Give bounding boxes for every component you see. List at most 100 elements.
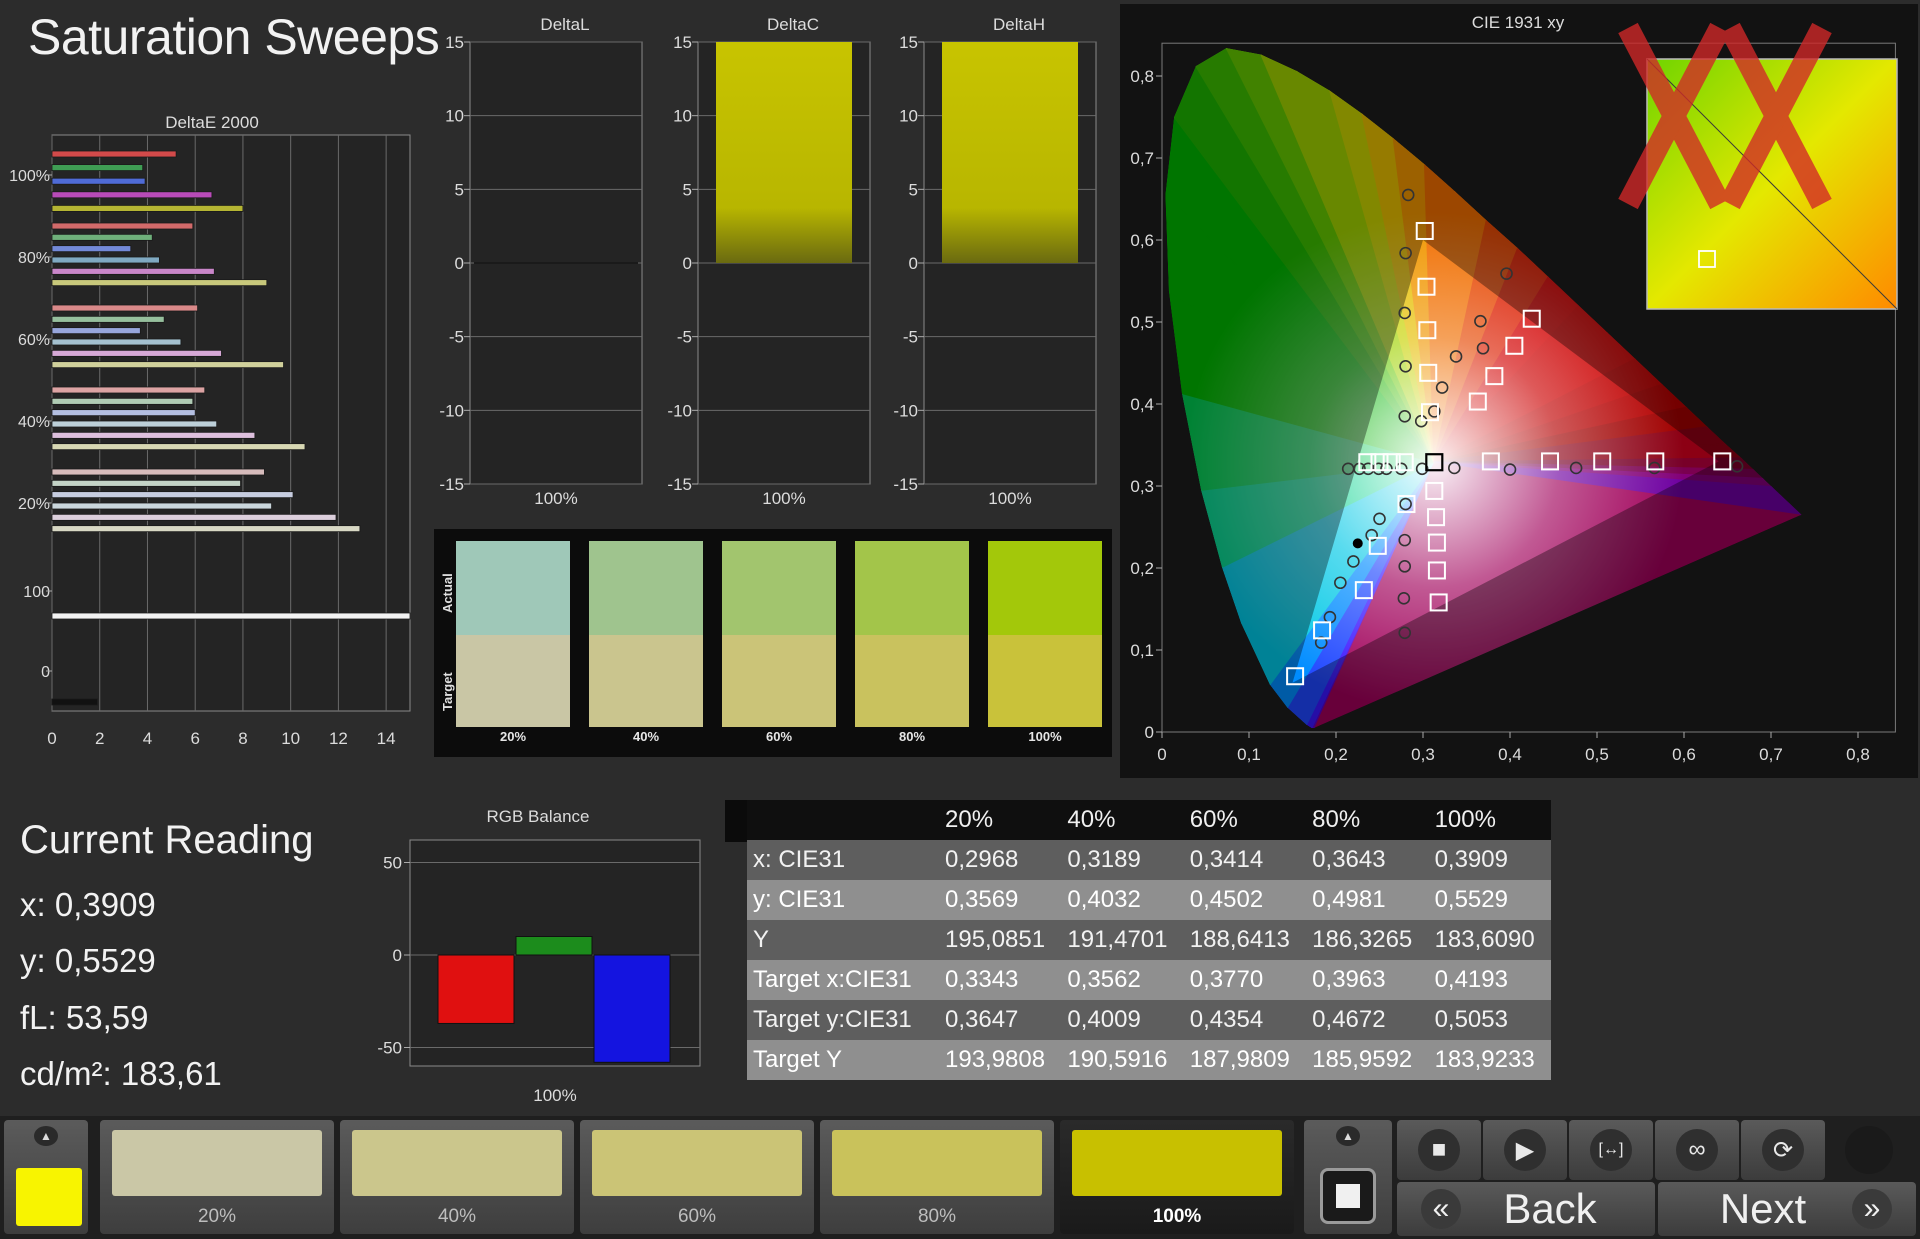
deltae-bar bbox=[51, 164, 144, 171]
table-cell: 0,4354 bbox=[1189, 1006, 1264, 1033]
saturation-swatch bbox=[112, 1130, 322, 1196]
deltae-bar bbox=[51, 256, 160, 264]
target-label: Target bbox=[440, 672, 455, 711]
delta-xlabel: 100% bbox=[762, 489, 805, 508]
table-cell: 0,3569 bbox=[945, 886, 1019, 913]
color-indicator-button[interactable]: ▲ bbox=[4, 1120, 88, 1234]
cie-ytick: 0,2 bbox=[1130, 559, 1154, 578]
deltae-xtick: 6 bbox=[190, 729, 199, 748]
table-cell: 186,3265 bbox=[1312, 926, 1413, 953]
deltae-ytick: 20% bbox=[18, 496, 50, 513]
table-row: y: CIE31 0,3569 0,4032 0,4502 0,4981 0,5529 bbox=[747, 880, 1551, 920]
deltae-bar bbox=[51, 525, 361, 533]
reading-x: x: 0,3909 bbox=[20, 886, 156, 923]
saturation-label: 60% bbox=[677, 1206, 717, 1227]
saturation-button-40%[interactable]: 40% bbox=[340, 1120, 574, 1234]
rgb-bar bbox=[437, 954, 515, 1024]
reading-fl: fL: 53,59 bbox=[20, 999, 149, 1036]
current-reading-title: Current Reading bbox=[20, 818, 314, 862]
swatch-actual bbox=[855, 541, 969, 635]
swatch-100% bbox=[988, 541, 1102, 727]
refresh-icon: ⟳ bbox=[1762, 1129, 1804, 1171]
swatch-label: 80% bbox=[898, 729, 926, 744]
deltae-bar bbox=[51, 491, 294, 499]
table-corner bbox=[725, 800, 747, 842]
rgb-balance-title: RGB Balance bbox=[487, 807, 590, 826]
delta-ytick: 5 bbox=[683, 180, 692, 199]
table-cell: 193,9808 bbox=[945, 1046, 1046, 1073]
saturation-button-100%[interactable]: 100% bbox=[1060, 1120, 1294, 1234]
rgb-xlabel: 100% bbox=[533, 1086, 576, 1105]
rgb-bar bbox=[593, 954, 671, 1063]
delta-ytick: 15 bbox=[673, 33, 692, 52]
deltae-bar bbox=[51, 420, 218, 428]
saturation-button-80%[interactable]: 80% bbox=[820, 1120, 1054, 1234]
delta-ytick: 0 bbox=[455, 254, 464, 273]
table-row: Target y:CIE31 0,3647 0,4009 0,4354 0,4672 0,… bbox=[747, 1000, 1551, 1040]
saturation-label: 100% bbox=[1152, 1206, 1202, 1227]
page-title: Saturation Sweeps bbox=[28, 9, 440, 65]
cie-ytick: 0,5 bbox=[1130, 313, 1154, 332]
swatch-80% bbox=[855, 541, 969, 727]
delta-ytick: -10 bbox=[439, 401, 464, 420]
delta-ytick: -15 bbox=[439, 475, 464, 494]
delta-title: DeltaH bbox=[993, 15, 1045, 34]
chevron-up-icon: ▲ bbox=[1336, 1126, 1360, 1146]
readings-table: 20% 40% 60% 80% 100% x: CIE31 0,2968 0,3189 0,34… bbox=[747, 800, 1551, 1080]
delta-ytick: -10 bbox=[667, 401, 692, 420]
saturation-swatch bbox=[592, 1130, 802, 1196]
delta-ytick: -10 bbox=[893, 401, 918, 420]
deltae-ytick: 100% bbox=[9, 168, 50, 185]
stop-button[interactable]: ■ bbox=[1397, 1120, 1481, 1180]
cie-ytick: 0,7 bbox=[1130, 149, 1154, 168]
cie-chart: CIE 1931 xy 0 0,1 0,2 0,3 0,4 0,5 0,6 0,7 0,8 0 0,… bbox=[1130, 13, 1898, 764]
swatch-actual bbox=[988, 541, 1102, 635]
deltae-bar bbox=[51, 279, 268, 287]
saturation-swatch bbox=[832, 1130, 1042, 1196]
table-cell: 187,9809 bbox=[1189, 1046, 1290, 1073]
saturation-button-20%[interactable]: 20% bbox=[100, 1120, 334, 1234]
deltae-xtick: 10 bbox=[281, 729, 300, 748]
refresh-button[interactable]: ⟳ bbox=[1741, 1120, 1825, 1180]
cie-ytick: 0 bbox=[1145, 723, 1154, 742]
swatch-target bbox=[456, 635, 570, 727]
swatch-target bbox=[589, 635, 703, 727]
delta-bar bbox=[716, 42, 852, 263]
next-button[interactable]: Next » bbox=[1658, 1182, 1916, 1236]
play-icon: ▶ bbox=[1504, 1129, 1546, 1171]
table-cell: 0,3189 bbox=[1067, 846, 1141, 873]
loop-button[interactable]: ∞ bbox=[1655, 1120, 1739, 1180]
deltae-xtick: 0 bbox=[47, 729, 56, 748]
deltae-bar bbox=[51, 479, 241, 487]
swatch-40% bbox=[589, 541, 703, 727]
swatch-target bbox=[855, 635, 969, 727]
table-row-label: Target y:CIE31 bbox=[753, 1006, 912, 1033]
delta-ytick: 5 bbox=[455, 180, 464, 199]
delta-ytick: -15 bbox=[667, 475, 692, 494]
table-cell: 183,9233 bbox=[1434, 1046, 1535, 1073]
swatch-actual bbox=[456, 541, 570, 635]
chevron-up-icon: ▲ bbox=[34, 1126, 58, 1146]
deltae-title: DeltaE 2000 bbox=[165, 113, 259, 132]
play-button[interactable]: ▶ bbox=[1483, 1120, 1567, 1180]
cie-xtick: 0,3 bbox=[1411, 745, 1435, 764]
cie-xtick: 0,6 bbox=[1672, 745, 1696, 764]
swatch-panel: Actual Target 20% 40% 60% 80% 100% bbox=[434, 529, 1112, 757]
record-button[interactable]: ▲ bbox=[1304, 1120, 1392, 1234]
table-header-row: 20% 40% 60% 80% 100% bbox=[747, 800, 1551, 840]
table-row-label: Y bbox=[753, 926, 770, 953]
deltae-bar bbox=[51, 468, 265, 476]
deltae-bar bbox=[51, 513, 337, 521]
delta-ytick: 10 bbox=[445, 107, 464, 126]
fit-button[interactable]: [↔] bbox=[1569, 1120, 1653, 1180]
back-button[interactable]: « Back bbox=[1397, 1182, 1655, 1236]
deltae-bar bbox=[51, 304, 198, 312]
saturation-button-60%[interactable]: 60% bbox=[580, 1120, 814, 1234]
delta-xlabel: 100% bbox=[988, 489, 1031, 508]
delta-ytick: 0 bbox=[683, 254, 692, 273]
cie-ytick: 0,8 bbox=[1130, 67, 1154, 86]
deltae-bar bbox=[51, 338, 182, 346]
swatch-label: 20% bbox=[499, 729, 527, 744]
cie-xtick: 0,1 bbox=[1237, 745, 1261, 764]
table-cell: 0,3414 bbox=[1189, 846, 1264, 873]
